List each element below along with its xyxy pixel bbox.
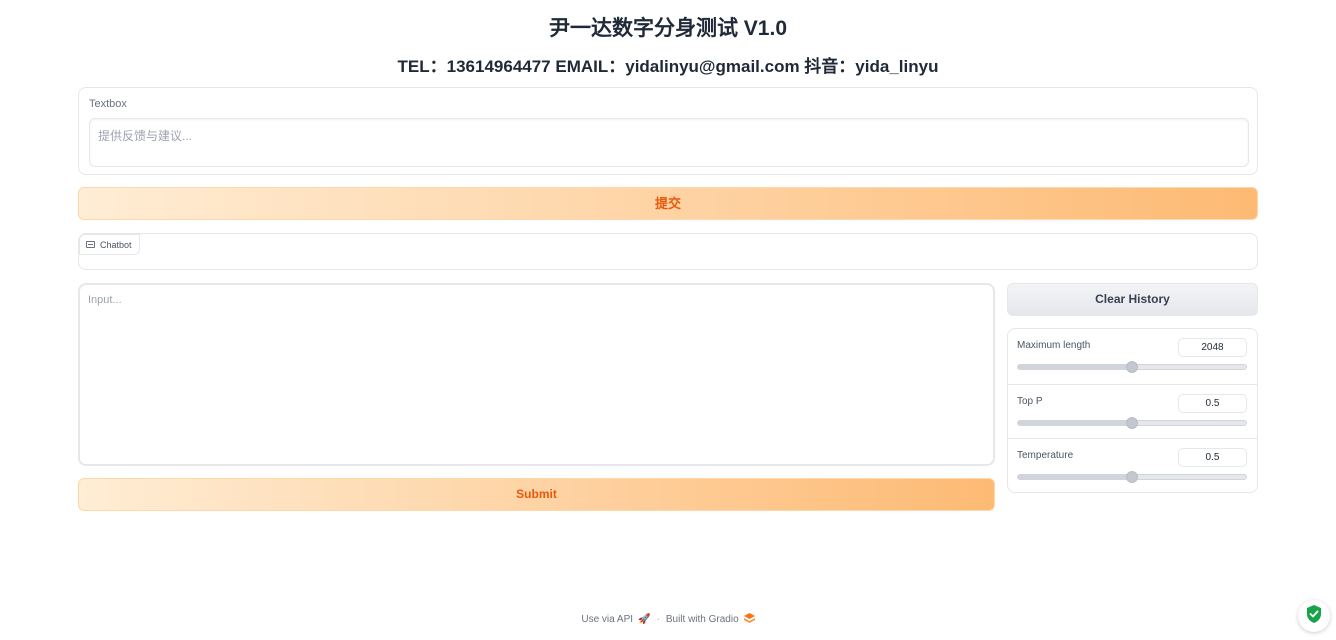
contact-info: TEL：13614964477 EMAIL：yidalinyu@gmail.co… (397, 57, 939, 76)
slider-max-length: Maximum length 2048 (1008, 329, 1257, 384)
slider-top-p: Top P 0.5 (1008, 384, 1257, 439)
chatbot-label-tag: Chatbot (79, 234, 140, 255)
rocket-icon: 🚀 (638, 614, 651, 625)
parameters-panel: Maximum length 2048 Top P 0.5 Temperatur… (1007, 328, 1258, 493)
slider-thumb[interactable] (1126, 417, 1138, 429)
built-with-gradio-link[interactable]: Built with Gradio (666, 613, 755, 626)
top-p-number-input[interactable]: 0.5 (1178, 394, 1247, 413)
page-title: 尹一达数字分身测试 V1.0 (548, 17, 788, 40)
security-badge[interactable] (1298, 600, 1330, 632)
footer-separator: · (656, 614, 660, 625)
gradio-link-label: Built with Gradio (665, 614, 739, 625)
slider-temperature: Temperature 0.5 (1008, 438, 1257, 492)
clear-history-button[interactable]: Clear History (1007, 283, 1258, 316)
feedback-submit-button[interactable]: 提交 (78, 187, 1258, 220)
shield-check-icon (1305, 604, 1323, 629)
use-via-api-link[interactable]: Use via API 🚀 (581, 614, 650, 625)
top-p-slider-track[interactable] (1017, 417, 1247, 429)
chat-submit-button[interactable]: Submit (78, 478, 995, 511)
footer: Use via API 🚀 · Built with Gradio (0, 613, 1336, 626)
gradio-logo-icon (743, 613, 755, 626)
chatbot-panel: Chatbot (78, 233, 1258, 270)
slider-thumb[interactable] (1126, 471, 1138, 483)
slider-thumb[interactable] (1126, 361, 1138, 373)
temperature-number-input[interactable]: 0.5 (1178, 448, 1247, 467)
api-link-label: Use via API (581, 614, 634, 625)
slider-label: Maximum length (1017, 340, 1091, 351)
chatbot-label: Chatbot (100, 239, 132, 250)
max-length-number-input[interactable]: 2048 (1178, 338, 1247, 357)
feedback-block: Textbox (78, 87, 1258, 175)
feedback-label: Textbox (89, 98, 127, 110)
feedback-input[interactable] (89, 118, 1249, 167)
slider-fill (1018, 421, 1132, 425)
max-length-slider-track[interactable] (1017, 361, 1247, 373)
chat-icon (86, 241, 95, 248)
chat-input[interactable] (78, 283, 995, 466)
slider-label: Top P (1017, 396, 1043, 407)
slider-label: Temperature (1017, 450, 1074, 461)
temperature-slider-track[interactable] (1017, 471, 1247, 483)
slider-fill (1018, 475, 1132, 479)
slider-fill (1018, 365, 1132, 369)
